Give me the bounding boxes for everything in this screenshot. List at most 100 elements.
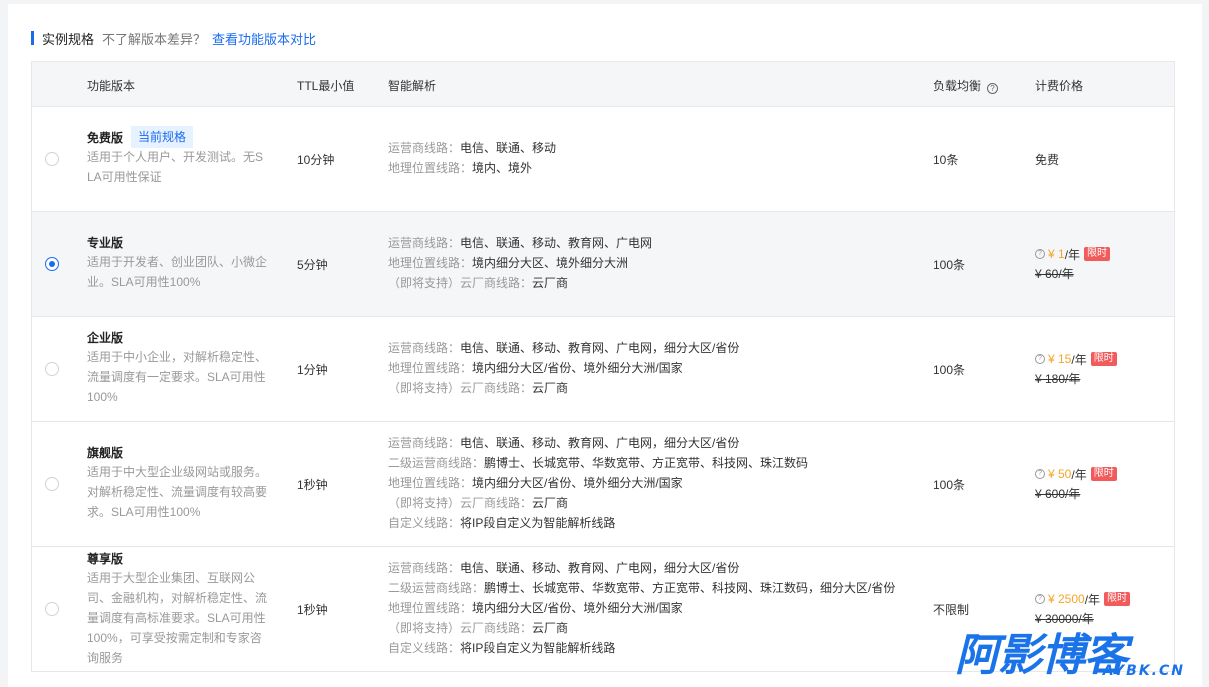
dns-line: 地理位置线路：境内细分大区/省份、境外细分大洲/国家: [388, 598, 895, 618]
dns-line-value: 将IP段自定义为智能解析线路: [460, 641, 616, 655]
watermark-main-text: 阿影博客: [955, 630, 1128, 681]
plan-row-free[interactable]: 免费版 当前规格 适用于个人用户、开发测试。无SLA可用性保证 10分钟 运营商线…: [32, 107, 1174, 212]
dns-line-key: 地理位置线路：: [388, 476, 473, 490]
plan-desc: 适用于开发者、创业团队、小微企业。SLA可用性100%: [87, 255, 268, 289]
plan-price: ? ¥ 1/年 限时 ¥ 60/年: [1035, 244, 1111, 284]
col-header-ttl: TTL最小值: [297, 79, 355, 93]
price-original: ¥ 180/年: [1035, 372, 1081, 386]
plan-ttl: 10分钟: [297, 153, 335, 167]
spec-card: 实例规格 不了解版本差异？ 查看功能版本对比 功能版本 TTL最小值 智能解析 …: [8, 4, 1202, 687]
dns-line-key: （即将支持）云厂商线路：: [388, 381, 533, 395]
plan-info: 免费版 当前规格 适用于个人用户、开发测试。无SLA可用性保证: [87, 126, 269, 187]
plan-price: ? ¥ 50/年 限时 ¥ 600/年: [1035, 464, 1117, 504]
plan-ttl: 1秒钟: [297, 478, 328, 492]
plan-dns: 运营商线路：电信、联通、移动、教育网、广电网，细分大区/省份 地理位置线路：境内…: [388, 338, 739, 398]
price-original: ¥ 600/年: [1035, 487, 1081, 501]
price-current: ? ¥ 2500/年 限时: [1035, 589, 1131, 609]
help-icon[interactable]: ?: [987, 83, 999, 94]
dns-line: 运营商线路：电信、联通、移动、教育网、广电网，细分大区/省份: [388, 433, 808, 453]
plan-dns: 运营商线路：电信、联通、移动、教育网、广电网，细分大区/省份 二级运营商线路：鹏…: [388, 433, 808, 533]
plan-name-label: 免费版: [87, 130, 124, 145]
col-header-lb: 负载均衡?: [933, 77, 999, 94]
dns-line: 地理位置线路：境内、境外: [388, 158, 556, 178]
plan-ttl: 1秒钟: [297, 603, 328, 617]
plan-row-enterprise[interactable]: 企业版 适用于中小企业，对解析稳定性、流量调度有一定要求。SLA可用性100% …: [32, 317, 1174, 422]
dns-line-value: 将IP段自定义为智能解析线路: [460, 516, 616, 530]
dns-line-value: 电信、联通、移动: [460, 141, 557, 155]
dns-line-key: 运营商线路：: [388, 436, 461, 450]
dns-line-value: 鹏博士、长城宽带、华数宽带、方正宽带、科技网、珠江数码，细分大区/省份: [484, 581, 896, 595]
dns-line-value: 电信、联通、移动、教育网、广电网，细分大区/省份: [460, 561, 740, 575]
price-current: ? ¥ 15/年 限时: [1035, 349, 1117, 369]
dns-line: 运营商线路：电信、联通、移动、教育网、广电网，细分大区/省份: [388, 558, 895, 578]
plan-ttl: 1分钟: [297, 363, 328, 377]
dns-line-key: 二级运营商线路：: [388, 456, 485, 470]
watermark-sub-text: AYBK.CN: [1102, 663, 1185, 679]
question-icon[interactable]: ?: [1035, 469, 1045, 479]
plan-radio-premium[interactable]: [45, 602, 59, 616]
limited-time-tag: 限时: [1090, 352, 1117, 366]
price-unit: /年: [1084, 592, 1101, 607]
dns-line-key: 地理位置线路：: [388, 601, 473, 615]
plan-radio-pro[interactable]: [45, 257, 59, 271]
dns-line: 运营商线路：电信、联通、移动、教育网、广电网，细分大区/省份: [388, 338, 739, 358]
plan-lb: 10条: [933, 153, 959, 167]
plan-radio-free[interactable]: [45, 152, 59, 166]
plan-lb: 不限制: [933, 603, 970, 617]
limited-time-tag: 限时: [1090, 467, 1117, 481]
dns-line: 二级运营商线路：鹏博士、长城宽带、华数宽带、方正宽带、科技网、珠江数码，细分大区…: [388, 578, 895, 598]
plan-info: 尊享版 适用于大型企业集团、互联网公司、金融机构，对解析稳定性、流量调度有高标准…: [87, 548, 269, 668]
dns-line-value: 境内、境外: [472, 161, 533, 175]
dns-line-value: 境内细分大区、境外细分大洲: [472, 256, 629, 270]
dns-line: 地理位置线路：境内细分大区、境外细分大洲: [388, 253, 652, 273]
plan-radio-flagship[interactable]: [45, 477, 59, 491]
current-plan-badge: 当前规格: [131, 126, 194, 148]
dns-line-key: 自定义线路：: [388, 641, 461, 655]
price-original: ¥ 60/年: [1035, 267, 1074, 281]
plan-price-free: 免费: [1035, 153, 1060, 167]
plan-row-pro[interactable]: 专业版 适用于开发者、创业团队、小微企业。SLA可用性100% 5分钟 运营商线…: [32, 212, 1174, 317]
dns-line-key: 地理位置线路：: [388, 256, 473, 270]
dns-line: （即将支持）云厂商线路：云厂商: [388, 273, 652, 293]
plan-name: 企业版: [87, 330, 124, 345]
dns-line: （即将支持）云厂商线路：云厂商: [388, 618, 895, 638]
table-header: 功能版本 TTL最小值 智能解析 负载均衡? 计费价格: [32, 62, 1174, 107]
section-title: 实例规格: [42, 31, 95, 47]
dns-line-value: 境内细分大区/省份、境外细分大洲/国家: [472, 601, 683, 615]
plan-lb: 100条: [933, 258, 966, 272]
plan-dns: 运营商线路：电信、联通、移动、教育网、广电网 地理位置线路：境内细分大区、境外细…: [388, 233, 652, 293]
question-icon[interactable]: ?: [1035, 354, 1045, 364]
plan-ttl: 5分钟: [297, 258, 328, 272]
plan-radio-enterprise[interactable]: [45, 362, 59, 376]
section-accent-bar: [31, 31, 34, 45]
question-icon[interactable]: ?: [1035, 594, 1045, 604]
price-value: ¥ 1: [1048, 247, 1065, 261]
dns-line-key: 地理位置线路：: [388, 161, 473, 175]
plan-row-flagship[interactable]: 旗舰版 适用于中大型企业级网站或服务。对解析稳定性、流量调度有较高要求。SLA可…: [32, 422, 1174, 547]
plan-desc: 适用于大型企业集团、互联网公司、金融机构，对解析稳定性、流量调度有高标准要求。S…: [87, 571, 268, 665]
limited-time-tag: 限时: [1104, 592, 1131, 606]
dns-line-key: （即将支持）云厂商线路：: [388, 276, 533, 290]
plan-desc: 适用于中小企业，对解析稳定性、流量调度有一定要求。SLA可用性100%: [87, 350, 268, 404]
plan-name: 专业版: [87, 235, 124, 250]
dns-line: 自定义线路：将IP段自定义为智能解析线路: [388, 513, 808, 533]
dns-line-value: 云厂商: [532, 276, 569, 290]
plan-info: 企业版 适用于中小企业，对解析稳定性、流量调度有一定要求。SLA可用性100%: [87, 327, 269, 407]
price-current: ? ¥ 1/年 限时: [1035, 244, 1111, 264]
plan-lb: 100条: [933, 363, 966, 377]
question-icon[interactable]: ?: [1035, 249, 1045, 259]
dns-line-value: 境内细分大区/省份、境外细分大洲/国家: [472, 361, 683, 375]
dns-line: 地理位置线路：境内细分大区/省份、境外细分大洲/国家: [388, 358, 739, 378]
watermark-logo: 阿影博客 AYBK.CN: [955, 619, 1187, 681]
compare-versions-link[interactable]: 查看功能版本对比: [212, 29, 316, 48]
dns-line: 二级运营商线路：鹏博士、长城宽带、华数宽带、方正宽带、科技网、珠江数码: [388, 453, 808, 473]
plan-desc: 适用于中大型企业级网站或服务。对解析稳定性、流量调度有较高要求。SLA可用性10…: [87, 465, 268, 519]
dns-line: 运营商线路：电信、联通、移动: [388, 138, 556, 158]
dns-line-key: 运营商线路：: [388, 236, 461, 250]
col-header-lb-label: 负载均衡: [933, 79, 982, 93]
price-unit: /年: [1064, 247, 1081, 262]
dns-line: （即将支持）云厂商线路：云厂商: [388, 378, 739, 398]
dns-line-value: 境内细分大区/省份、境外细分大洲/国家: [472, 476, 683, 490]
section-header: 实例规格 不了解版本差异？ 查看功能版本对比: [31, 29, 316, 48]
price-value: ¥ 15: [1048, 352, 1072, 366]
